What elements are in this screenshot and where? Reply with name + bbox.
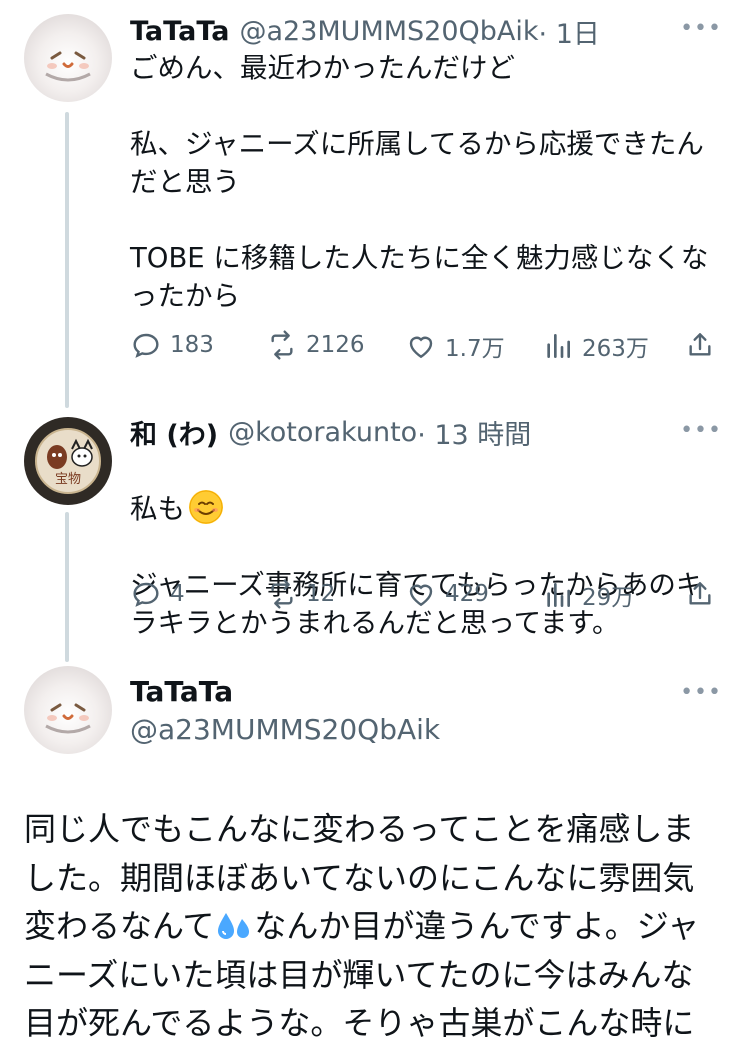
user-handle[interactable]: @a23MUMMS20QbAik — [130, 713, 440, 746]
like-icon — [409, 336, 433, 359]
views-count: 29万 — [582, 585, 635, 611]
display-name[interactable]: 和 (わ) — [130, 413, 218, 452]
smile-emoji-icon — [189, 490, 223, 524]
retweet-button[interactable]: 2126 — [266, 329, 365, 361]
reply-button[interactable]: 183 — [130, 329, 214, 361]
views-icon — [547, 334, 570, 358]
share-icon — [689, 333, 711, 356]
more-icon[interactable]: ••• — [680, 16, 722, 41]
user-handle[interactable]: @a23MUMMS20QbAik — [239, 16, 538, 47]
like-icon — [409, 584, 433, 607]
avatar[interactable]: 宝物 — [24, 417, 112, 505]
reply-count: 183 — [170, 332, 214, 358]
reply-button[interactable]: 4 — [130, 578, 185, 610]
cat-face-icon — [45, 51, 91, 82]
retweet-icon — [271, 579, 293, 609]
tweet-header: 和 (わ) @kotorakunto · 13 時間 — [130, 413, 726, 452]
timestamp[interactable]: · 1日 — [539, 12, 600, 51]
views-icon — [547, 583, 570, 607]
timestamp[interactable]: · 13 時間 — [417, 413, 531, 452]
more-icon[interactable]: ••• — [680, 680, 722, 705]
like-count: 429 — [445, 581, 489, 607]
tweet-text: 同じ人でもこんなに変わるってことを痛感しました。期間ほぼあいてないのにこんなに雰… — [24, 805, 724, 1048]
tweet-actions: 4 12 429 29万 — [130, 578, 724, 618]
reply-icon — [133, 333, 159, 358]
thread-line — [65, 112, 69, 408]
share-icon — [689, 582, 711, 605]
reply-icon — [133, 582, 159, 607]
thread-line — [65, 512, 69, 662]
cat-face-icon — [45, 703, 91, 734]
share-button[interactable] — [684, 578, 724, 610]
views-button[interactable]: 29万 — [542, 578, 634, 612]
dog-cat-drawing-icon: 宝物 — [35, 428, 101, 494]
retweet-button[interactable]: 12 — [266, 578, 335, 610]
tweet-actions: 183 2126 1.7万 263万 — [130, 329, 724, 369]
avatar[interactable] — [24, 666, 112, 754]
retweet-count: 12 — [306, 581, 336, 607]
retweet-count: 2126 — [306, 332, 365, 358]
like-button[interactable]: 1.7万 — [405, 329, 505, 363]
reply-count: 4 — [170, 581, 185, 607]
share-button[interactable] — [684, 329, 724, 361]
views-button[interactable]: 263万 — [542, 329, 649, 363]
tweet-header: TaTaTa @a23MUMMS20QbAik · 1日 — [130, 12, 726, 51]
like-button[interactable]: 429 — [405, 578, 489, 610]
more-icon[interactable]: ••• — [680, 418, 722, 443]
views-count: 263万 — [582, 336, 649, 362]
retweet-icon — [271, 330, 293, 360]
tweet-text-line: 私も — [130, 493, 185, 525]
sweat-droplets-emoji-icon — [214, 908, 254, 942]
user-handle[interactable]: @kotorakunto — [228, 417, 417, 448]
like-count: 1.7万 — [445, 336, 505, 362]
avatar[interactable] — [24, 14, 112, 102]
tweet-text: ごめん、最近わかったんだけど 私、ジャニーズに所属してるから応援できたんだと思う… — [130, 52, 709, 312]
display-name[interactable]: TaTaTa — [130, 675, 233, 708]
svg-text:宝物: 宝物 — [55, 472, 81, 487]
display-name[interactable]: TaTaTa — [130, 16, 229, 47]
